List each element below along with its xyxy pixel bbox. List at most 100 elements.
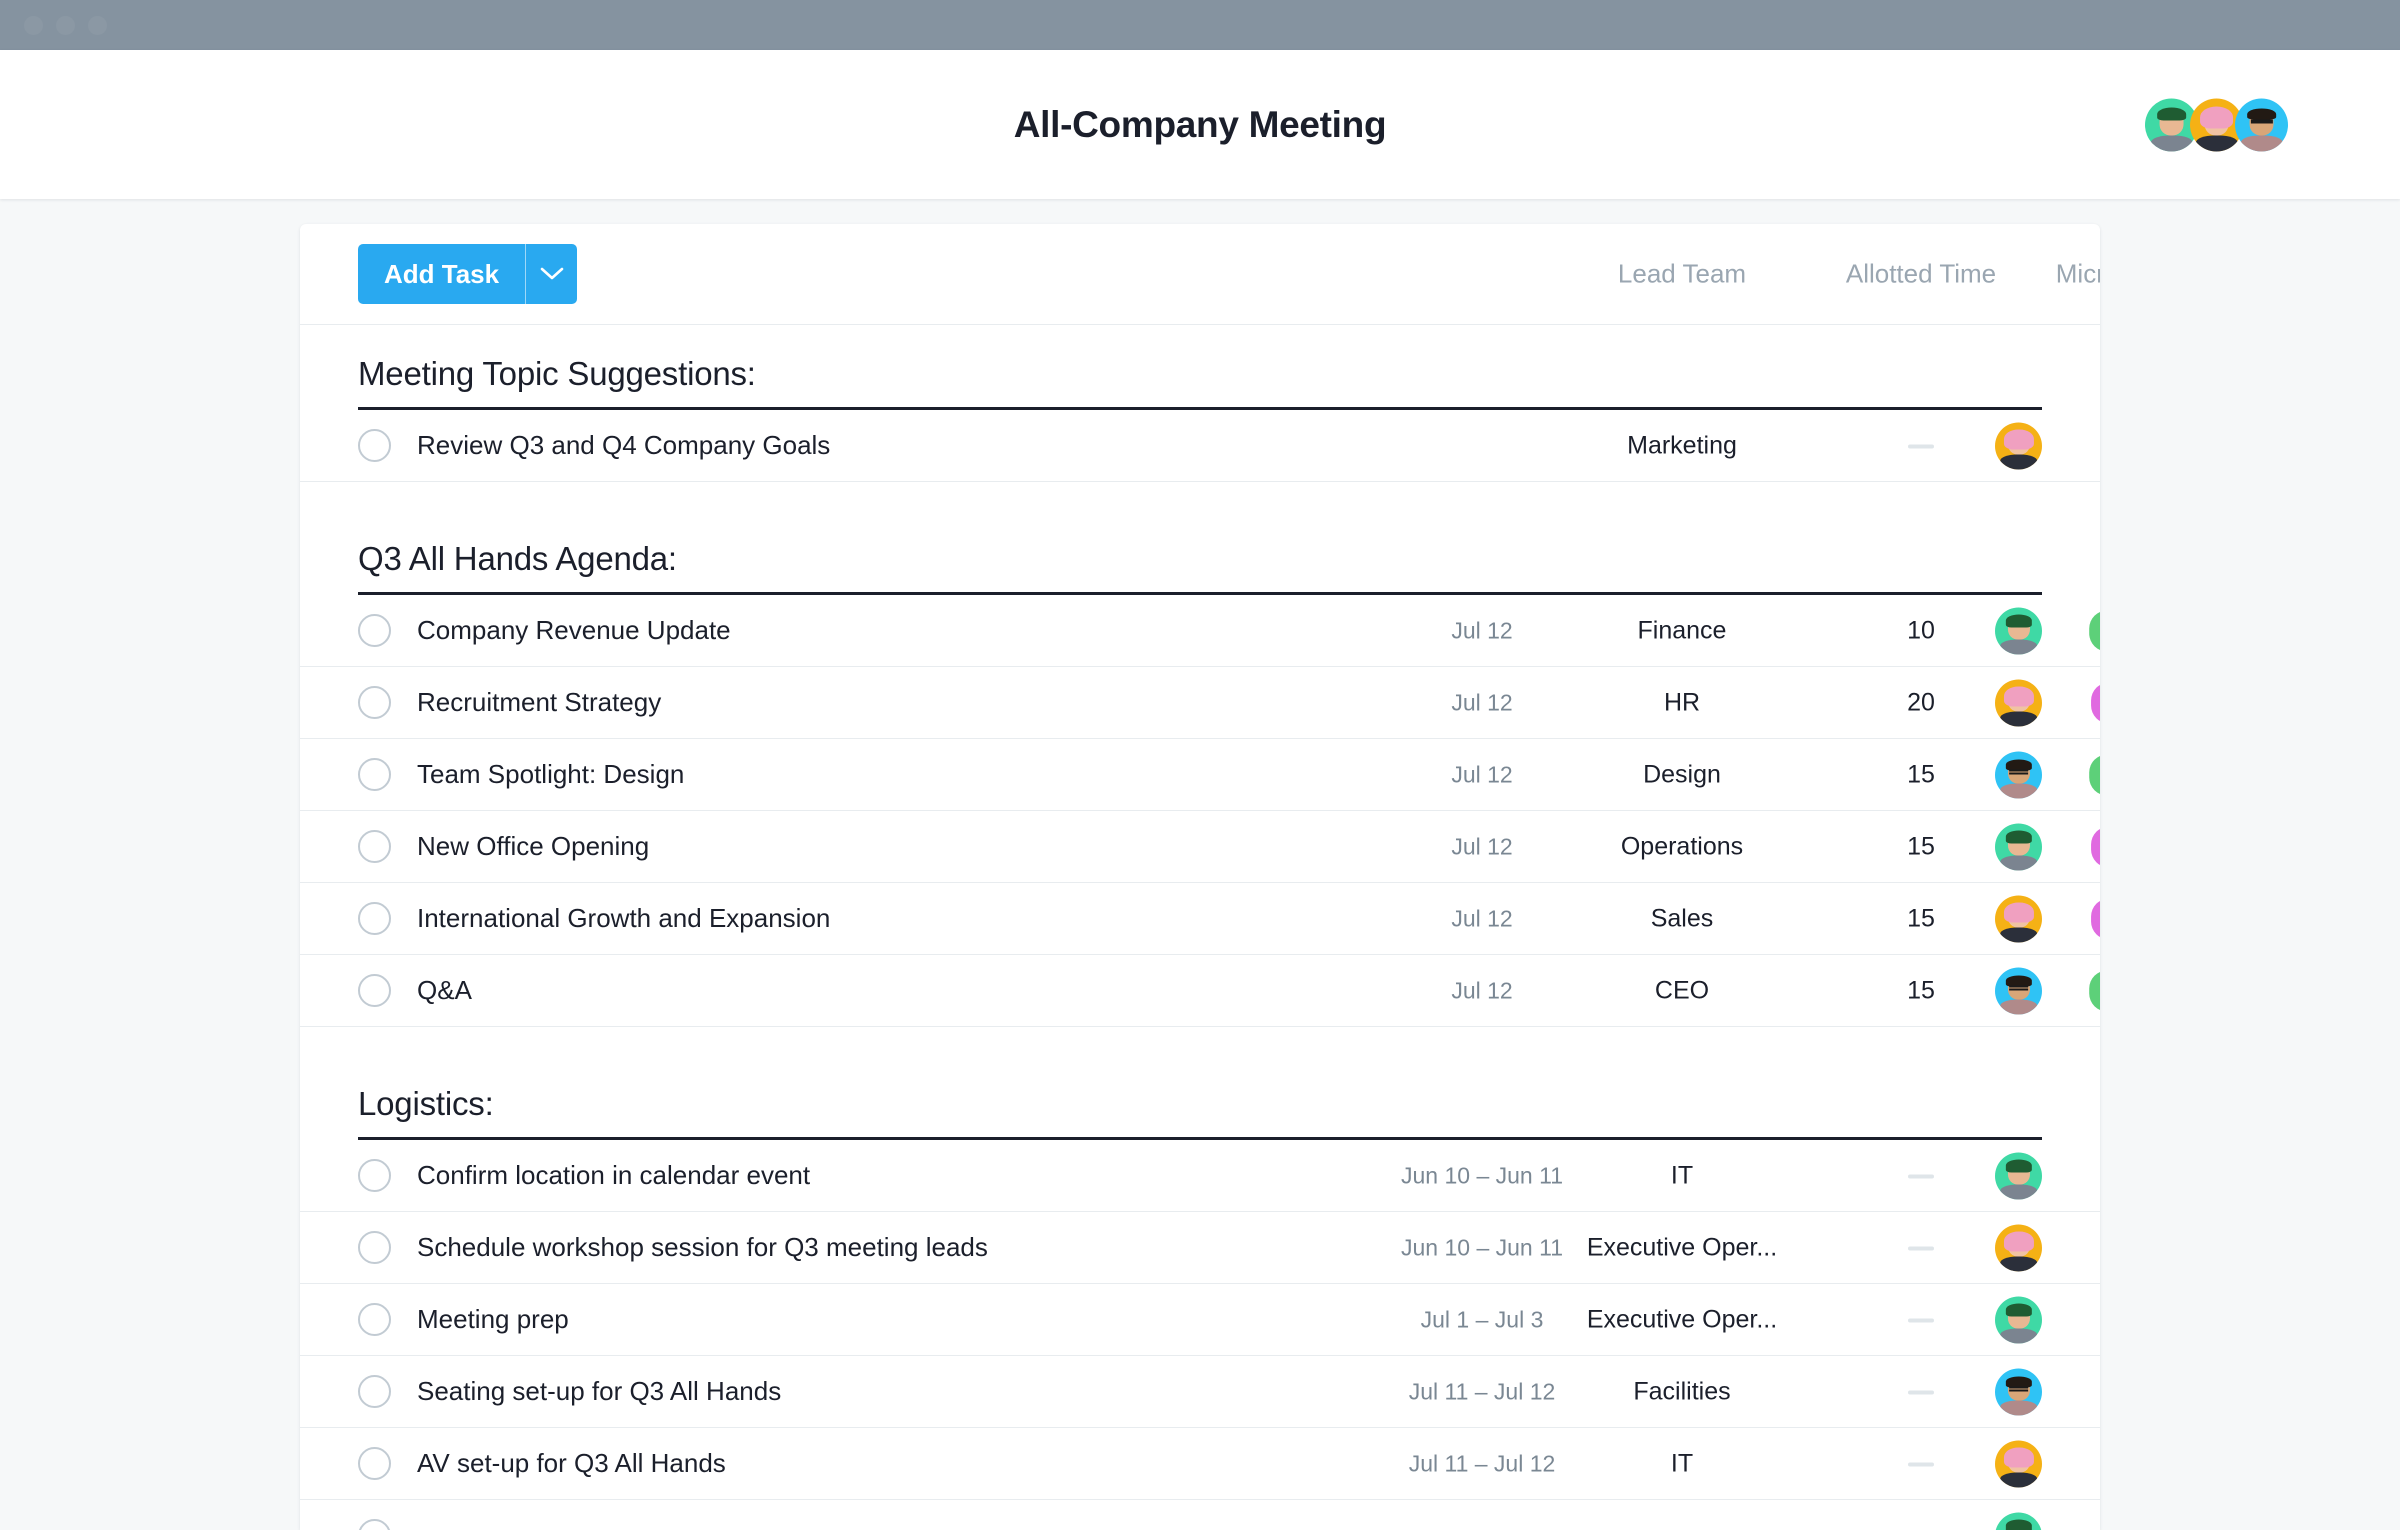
- task-allotted-time[interactable]: 10: [1907, 616, 1935, 645]
- task-microphone-required[interactable]: Podium ...: [2091, 682, 2100, 723]
- task-allotted-time[interactable]: [1908, 1377, 1934, 1406]
- task-name[interactable]: Seating set-up for Q3 All Hands: [417, 1376, 781, 1407]
- task-row[interactable]: Review Q3 and Q4 Company Goals Marketing: [300, 410, 2100, 482]
- task-allotted-time[interactable]: 15: [1907, 976, 1935, 1005]
- task-row[interactable]: New Office Opening Jul 12 Operations 15 Podi…: [300, 811, 2100, 883]
- task-row[interactable]: Seating set-up for Q3 All Hands Jul 11 – …: [300, 1356, 2100, 1428]
- add-task-button[interactable]: Add Task: [358, 244, 578, 304]
- task-assignee-avatar[interactable]: [1995, 1224, 2042, 1271]
- task-allotted-time[interactable]: 20: [1907, 688, 1935, 717]
- task-lead-team[interactable]: Facilities: [1633, 1377, 1730, 1406]
- task-name[interactable]: International Growth and Expansion: [417, 903, 830, 934]
- task-name[interactable]: AV set-up for Q3 All Hands: [417, 1448, 726, 1479]
- task-due-date[interactable]: Jul 12: [1451, 689, 1512, 716]
- task-row[interactable]: Recruitment Strategy Jul 12 HR 20 Podium ...: [300, 667, 2100, 739]
- task-microphone-required[interactable]: Podium ...: [2091, 898, 2100, 939]
- task-assignee-avatar[interactable]: [1995, 607, 2042, 654]
- task-name[interactable]: Recruitment Strategy: [417, 687, 661, 718]
- task-due-date[interactable]: Jul 12: [1451, 617, 1512, 644]
- task-allotted-time[interactable]: 15: [1907, 832, 1935, 861]
- task-microphone-required[interactable]: Wireless...: [2089, 610, 2100, 651]
- column-header-microphone[interactable]: Microphone Req...: [2056, 259, 2100, 290]
- section-title[interactable]: Q3 All Hands Agenda:: [300, 510, 2100, 592]
- task-complete-checkbox[interactable]: [358, 686, 391, 719]
- task-complete-checkbox[interactable]: [358, 1159, 391, 1192]
- task-complete-checkbox[interactable]: [358, 830, 391, 863]
- task-name[interactable]: Schedule workshop session for Q3 meeting…: [417, 1232, 988, 1263]
- task-microphone-required[interactable]: Wireless...: [2089, 754, 2100, 795]
- task-row[interactable]: Company Revenue Update Jul 12 Finance 10 Wir…: [300, 595, 2100, 667]
- task-assignee-avatar[interactable]: [1995, 751, 2042, 798]
- task-name[interactable]: New Office Opening: [417, 831, 649, 862]
- task-name[interactable]: Q&A: [417, 975, 472, 1006]
- task-allotted-time[interactable]: [1908, 431, 1934, 460]
- task-allotted-time[interactable]: [1908, 1161, 1934, 1190]
- task-allotted-time[interactable]: 15: [1907, 904, 1935, 933]
- task-complete-checkbox[interactable]: [358, 1231, 391, 1264]
- task-complete-checkbox[interactable]: [358, 758, 391, 791]
- task-lead-team[interactable]: HR: [1664, 688, 1700, 717]
- task-complete-checkbox[interactable]: [358, 614, 391, 647]
- task-name[interactable]: Confirm location in calendar event: [417, 1160, 810, 1191]
- section-title[interactable]: Meeting Topic Suggestions:: [300, 325, 2100, 407]
- task-due-date[interactable]: Jul 1 – Jul 3: [1421, 1306, 1544, 1333]
- task-assignee-avatar[interactable]: [1995, 1152, 2042, 1199]
- task-assignee-avatar[interactable]: [1995, 1440, 2042, 1487]
- task-due-date[interactable]: Jul 12: [1451, 905, 1512, 932]
- task-row[interactable]: Meeting prep Jul 1 – Jul 3 Executive Oper.…: [300, 1284, 2100, 1356]
- task-row[interactable]: AV set-up for Q3 All Hands Jul 11 – Jul 1…: [300, 1428, 2100, 1500]
- task-row[interactable]: Q&A Jul 12 CEO 15 Wireless...: [300, 955, 2100, 1027]
- close-icon[interactable]: [24, 15, 43, 35]
- task-lead-team[interactable]: Marketing: [1627, 431, 1737, 460]
- task-due-date[interactable]: Jul 11 – Jul 12: [1409, 1450, 1556, 1477]
- task-due-date[interactable]: Jun 10 – Jun 11: [1401, 1234, 1563, 1261]
- task-row[interactable]: International Growth and Expansion Jul 12…: [300, 883, 2100, 955]
- task-lead-team[interactable]: Sales: [1651, 904, 1714, 933]
- task-assignee-avatar[interactable]: [1995, 679, 2042, 726]
- task-lead-team[interactable]: Operations: [1621, 832, 1743, 861]
- task-name[interactable]: Meeting prep: [417, 1304, 569, 1335]
- task-complete-checkbox[interactable]: [358, 1303, 391, 1336]
- task-lead-team[interactable]: Finance: [1638, 616, 1727, 645]
- task-allotted-time[interactable]: [1908, 1233, 1934, 1262]
- add-task-dropdown-button[interactable]: [525, 244, 577, 304]
- task-microphone-required[interactable]: Podium ...: [2091, 826, 2100, 867]
- task-complete-checkbox[interactable]: [358, 1447, 391, 1480]
- task-allotted-time[interactable]: [1908, 1449, 1934, 1478]
- task-complete-checkbox[interactable]: [358, 1375, 391, 1408]
- minimize-icon[interactable]: [56, 15, 75, 35]
- task-name[interactable]: Review Q3 and Q4 Company Goals: [417, 430, 830, 461]
- task-assignee-avatar[interactable]: [1995, 1368, 2042, 1415]
- task-due-date[interactable]: Jul 12: [1451, 761, 1512, 788]
- section-title[interactable]: Logistics:: [300, 1055, 2100, 1137]
- task-assignee-avatar[interactable]: [1995, 1296, 2042, 1343]
- task-row[interactable]: Confirm location in calendar event Jun 10…: [300, 1140, 2100, 1212]
- task-lead-team[interactable]: Executive Oper...: [1587, 1233, 1777, 1262]
- task-lead-team[interactable]: Executive Oper...: [1587, 1305, 1777, 1334]
- task-row[interactable]: [300, 1500, 2100, 1530]
- task-complete-checkbox[interactable]: [358, 902, 391, 935]
- task-row[interactable]: Team Spotlight: Design Jul 12 Design 15 Wire…: [300, 739, 2100, 811]
- task-lead-team[interactable]: CEO: [1655, 976, 1709, 1005]
- task-due-date[interactable]: Jul 12: [1451, 977, 1512, 1004]
- task-microphone-required[interactable]: Wireless...: [2089, 970, 2100, 1011]
- task-row[interactable]: Schedule workshop session for Q3 meeting…: [300, 1212, 2100, 1284]
- task-assignee-avatar[interactable]: [1995, 967, 2042, 1014]
- task-name[interactable]: Team Spotlight: Design: [417, 759, 684, 790]
- task-complete-checkbox[interactable]: [358, 974, 391, 1007]
- task-name[interactable]: Company Revenue Update: [417, 615, 731, 646]
- task-assignee-avatar[interactable]: [1995, 422, 2042, 469]
- task-assignee-avatar[interactable]: [1995, 823, 2042, 870]
- column-header-allotted-time[interactable]: Allotted Time: [1846, 259, 1996, 290]
- maximize-icon[interactable]: [88, 15, 107, 35]
- task-lead-team[interactable]: IT: [1671, 1449, 1693, 1478]
- task-assignee-avatar[interactable]: [1995, 1512, 2042, 1530]
- task-due-date[interactable]: Jun 10 – Jun 11: [1401, 1162, 1563, 1189]
- task-allotted-time[interactable]: 15: [1907, 760, 1935, 789]
- column-header-lead-team[interactable]: Lead Team: [1618, 259, 1746, 290]
- header-member-avatar-3[interactable]: [2235, 98, 2288, 151]
- task-allotted-time[interactable]: [1908, 1305, 1934, 1334]
- task-complete-checkbox[interactable]: [358, 1519, 391, 1530]
- task-complete-checkbox[interactable]: [358, 429, 391, 462]
- task-lead-team[interactable]: Design: [1643, 760, 1721, 789]
